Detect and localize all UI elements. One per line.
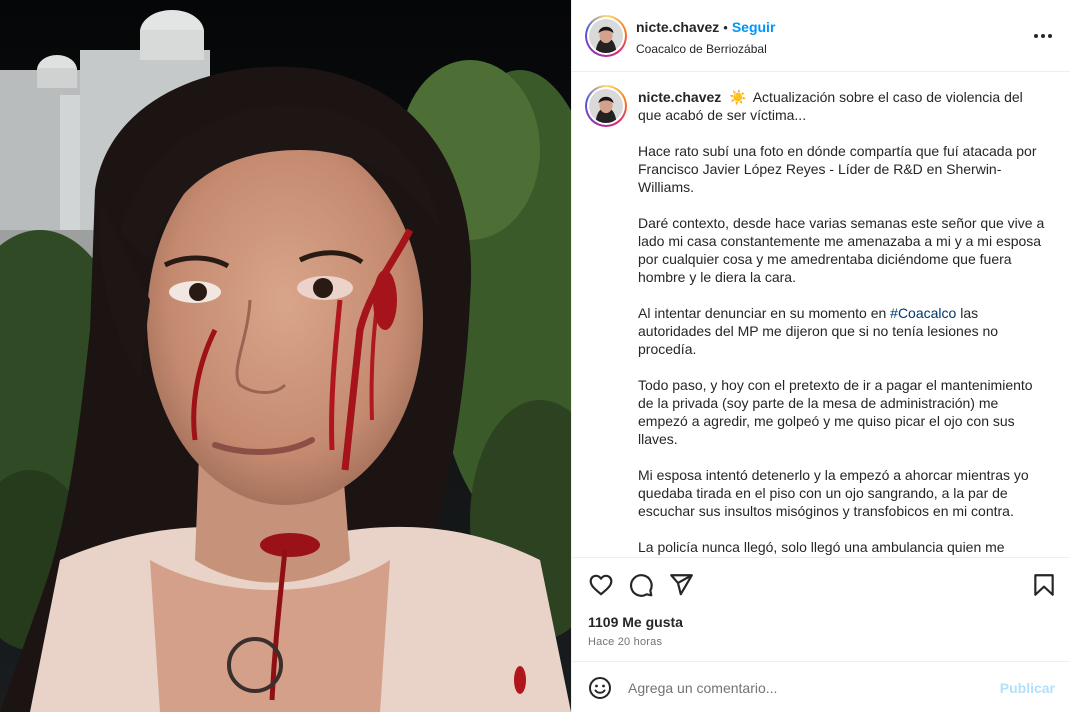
bookmark-icon[interactable]: [1031, 572, 1057, 598]
post-side-panel: nicte.chavez • Seguir Coacalco de Berriozá…: [571, 0, 1070, 712]
caption-author-avatar[interactable]: [585, 85, 627, 127]
comment-bar: Publicar: [572, 661, 1070, 712]
hashtag-link[interactable]: #Coacalco: [890, 305, 956, 321]
share-icon[interactable]: [668, 572, 694, 598]
comment-input[interactable]: [628, 677, 988, 699]
header-names: nicte.chavez • Seguir Coacalco de Berriozá…: [636, 18, 775, 58]
caption-paragraph: Al intentar denunciar en su momento en #…: [638, 304, 1046, 358]
author-avatar[interactable]: [585, 15, 627, 57]
caption-area[interactable]: nicte.chavez ☀️ Actualización sobre el c…: [572, 73, 1070, 557]
emoji-icon[interactable]: [588, 676, 612, 700]
caption-intro: nicte.chavez ☀️ Actualización sobre el c…: [638, 88, 1046, 124]
post-location[interactable]: Coacalco de Berriozábal: [636, 40, 775, 58]
avatar-image: [589, 19, 623, 53]
heart-icon[interactable]: [588, 572, 614, 598]
author-username[interactable]: nicte.chavez: [636, 19, 719, 35]
caption-username[interactable]: nicte.chavez: [638, 89, 721, 105]
publish-button[interactable]: Publicar: [1000, 680, 1055, 696]
follow-button[interactable]: Seguir: [732, 19, 776, 35]
likes-count[interactable]: 1109 Me gusta: [588, 614, 683, 630]
caption-paragraph: Daré contexto, desde hace varias semanas…: [638, 215, 1045, 285]
separator-dot: •: [723, 20, 728, 35]
caption-text: Al intentar denunciar en su momento en: [638, 305, 891, 321]
avatar-image: [589, 89, 623, 123]
more-options-icon[interactable]: [1031, 26, 1055, 46]
caption-paragraph: La policía nunca llegó, solo llegó una a…: [638, 539, 1005, 555]
post-header: nicte.chavez • Seguir Coacalco de Berriozá…: [572, 0, 1070, 72]
caption-paragraph: Hace rato subí una foto en dónde compart…: [638, 143, 1037, 195]
post-caption: nicte.chavez ☀️ Actualización sobre el c…: [638, 88, 1046, 557]
instagram-post-view: nicte.chavez • Seguir Coacalco de Berriozá…: [0, 0, 1070, 712]
comment-icon[interactable]: [628, 572, 654, 598]
post-timestamp[interactable]: Hace 20 horas: [588, 636, 662, 648]
sun-emoji: ☀️: [729, 89, 747, 105]
selfie-photo-illustration: [0, 0, 571, 712]
caption-paragraph: Todo paso, y hoy con el pretexto de ir a…: [638, 377, 1033, 447]
post-photo[interactable]: [0, 0, 571, 712]
caption-paragraph: Mi esposa intentó detenerlo y la empezó …: [638, 467, 1029, 519]
post-actions: 1109 Me gusta Hace 20 horas: [572, 557, 1070, 661]
